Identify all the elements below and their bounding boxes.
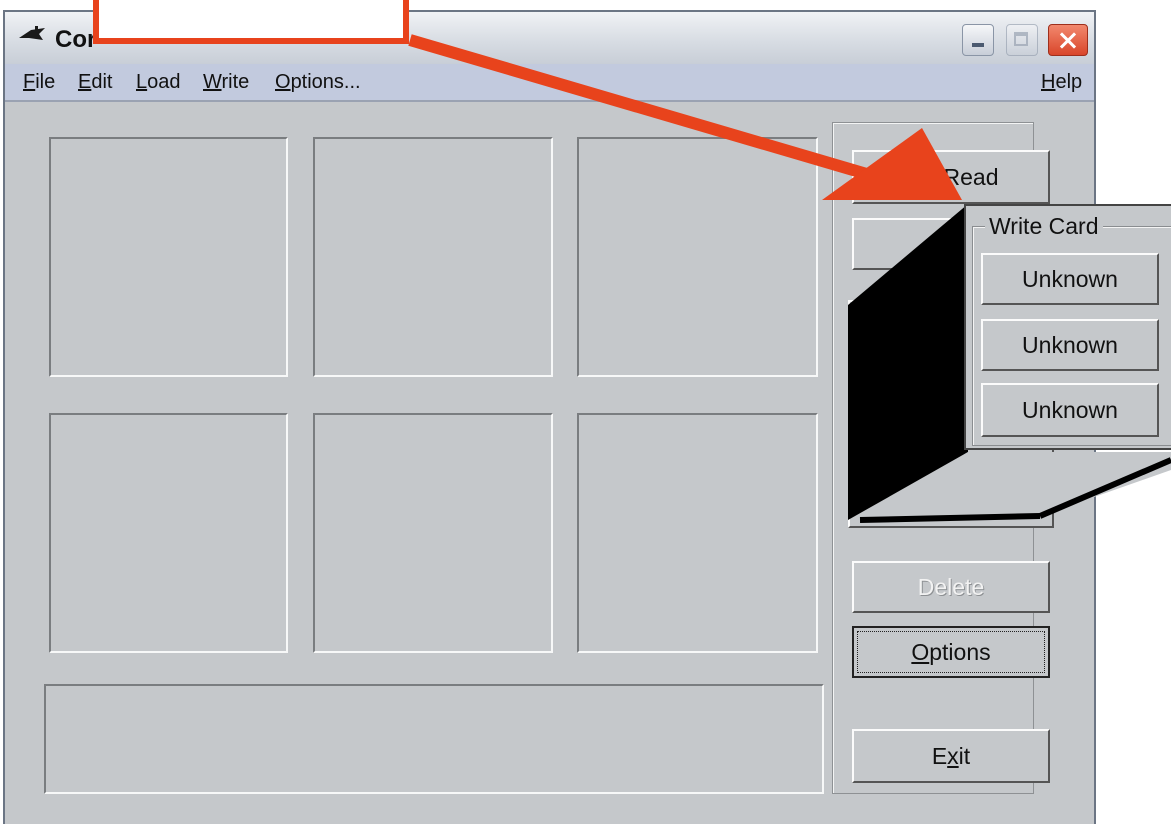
write-card-option-1[interactable]: Unknown [981, 253, 1159, 305]
write-card-title: Write Card [985, 213, 1103, 240]
write-card-option-3[interactable]: Unknown [981, 383, 1159, 437]
callout-arrow-icon [408, 34, 872, 181]
write-card-option-3-label: Unknown [1022, 396, 1118, 423]
write-card-group: Write Card Unknown Unknown Unknown [972, 213, 1171, 446]
write-card-option-1-label: Unknown [1022, 265, 1118, 292]
callout-highlight-box [93, 0, 409, 44]
zoom-wedge-edge [859, 513, 1041, 523]
write-card-popup: Write Card Unknown Unknown Unknown [964, 204, 1171, 450]
write-card-option-2-label: Unknown [1022, 331, 1118, 358]
write-card-option-2[interactable]: Unknown [981, 319, 1159, 371]
